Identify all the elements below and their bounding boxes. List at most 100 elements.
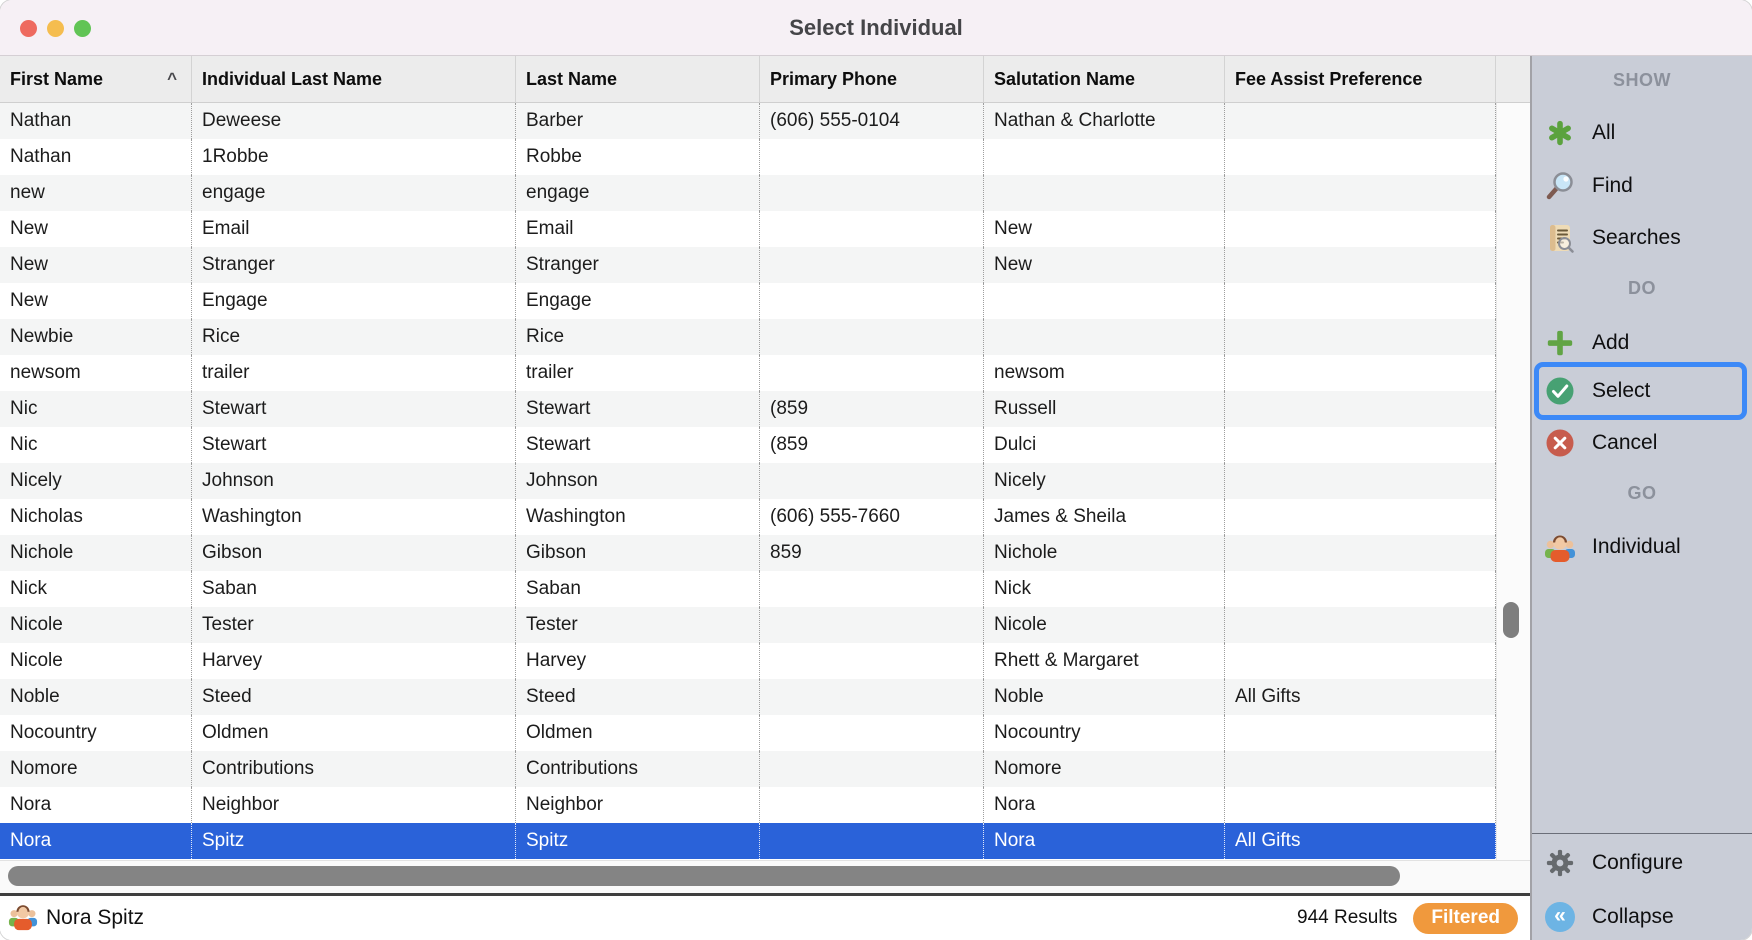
sidebar-item-label: Find xyxy=(1592,174,1633,198)
table-cell: Nic xyxy=(0,427,192,463)
table-row[interactable]: newsomtrailertrailernewsom xyxy=(0,355,1496,391)
table-row[interactable]: NicholeGibsonGibson859Nichole xyxy=(0,535,1496,571)
table-cell: Stranger xyxy=(192,247,516,283)
sidebar-item-individual[interactable]: Individual xyxy=(1532,525,1752,569)
table-row[interactable]: NewEngageEngage xyxy=(0,283,1496,319)
column-header-last-name[interactable]: Last Name xyxy=(516,56,760,102)
table-cell: New xyxy=(984,247,1225,283)
window-title: Select Individual xyxy=(789,15,963,41)
table-cell: New xyxy=(0,211,192,247)
table-cell: Washington xyxy=(192,499,516,535)
sidebar-item-collapse[interactable]: « Collapse xyxy=(1532,895,1752,939)
table-cell xyxy=(1225,283,1496,319)
table-row[interactable]: NocountryOldmenOldmenNocountry xyxy=(0,715,1496,751)
person-icon xyxy=(8,901,38,936)
table-row[interactable]: NoraSpitzSpitzNoraAll Gifts xyxy=(0,823,1496,859)
zoom-button[interactable] xyxy=(74,20,91,37)
table-cell xyxy=(1225,391,1496,427)
sidebar-item-label: All xyxy=(1592,121,1615,145)
table-cell xyxy=(760,751,984,787)
table-row[interactable]: NomoreContributionsContributionsNomore xyxy=(0,751,1496,787)
table-cell xyxy=(760,175,984,211)
table-row[interactable]: NewEmailEmailNew xyxy=(0,211,1496,247)
column-header-first-name[interactable]: First Name ^ xyxy=(0,56,192,102)
sidebar-item-find[interactable]: Find xyxy=(1532,164,1752,208)
table-cell xyxy=(760,247,984,283)
table-cell: Steed xyxy=(516,679,760,715)
table-cell: Harvey xyxy=(192,643,516,679)
column-header-salutation-name[interactable]: Salutation Name xyxy=(984,56,1225,102)
table-cell xyxy=(760,787,984,823)
table-row[interactable]: NewbieRiceRice xyxy=(0,319,1496,355)
sidebar-item-select[interactable]: Select xyxy=(1534,362,1747,420)
table-cell: Nora xyxy=(0,787,192,823)
table-cell: Gibson xyxy=(192,535,516,571)
table-row[interactable]: NicholasWashingtonWashington(606) 555-76… xyxy=(0,499,1496,535)
horizontal-scrollbar-thumb[interactable] xyxy=(8,866,1400,886)
table-row[interactable]: NewStrangerStrangerNew xyxy=(0,247,1496,283)
table-row[interactable]: NicoleHarveyHarveyRhett & Margaret xyxy=(0,643,1496,679)
sidebar-item-label: Configure xyxy=(1592,851,1683,875)
sidebar-footer-divider xyxy=(1532,833,1752,834)
table-cell xyxy=(760,319,984,355)
table-cell xyxy=(760,607,984,643)
action-sidebar: SHOW All xyxy=(1532,56,1752,940)
table-cell: Robbe xyxy=(516,139,760,175)
table-cell: Rhett & Margaret xyxy=(984,643,1225,679)
table-cell: New xyxy=(0,247,192,283)
table-cell xyxy=(1225,571,1496,607)
table-row[interactable]: newengageengage xyxy=(0,175,1496,211)
sidebar-item-add[interactable]: Add xyxy=(1532,321,1752,365)
table-cell xyxy=(760,463,984,499)
table-row[interactable]: NathanDeweeseBarber(606) 555-0104Nathan … xyxy=(0,103,1496,139)
close-button[interactable] xyxy=(20,20,37,37)
table-cell: Tester xyxy=(192,607,516,643)
table-row[interactable]: NicoleTesterTesterNicole xyxy=(0,607,1496,643)
table-cell: Stewart xyxy=(516,427,760,463)
table-cell xyxy=(760,715,984,751)
filtered-badge[interactable]: Filtered xyxy=(1413,903,1518,934)
table-cell: engage xyxy=(192,175,516,211)
table-cell: Tester xyxy=(516,607,760,643)
x-circle-icon xyxy=(1544,427,1576,459)
table-cell: Nathan & Charlotte xyxy=(984,103,1225,139)
sidebar-item-label: Individual xyxy=(1592,535,1681,559)
table-row[interactable]: NobleSteedSteedNobleAll Gifts xyxy=(0,679,1496,715)
sidebar-item-cancel[interactable]: Cancel xyxy=(1532,421,1752,465)
table-cell: engage xyxy=(516,175,760,211)
table-cell: Neighbor xyxy=(192,787,516,823)
results-count: 944 Results xyxy=(1297,907,1397,929)
table-row[interactable]: NicStewartStewart(859Russell xyxy=(0,391,1496,427)
check-circle-icon xyxy=(1544,375,1576,407)
table-cell: Nora xyxy=(0,823,192,859)
sort-ascending-icon[interactable]: ^ xyxy=(167,69,177,89)
column-header-fee-assist-preference[interactable]: Fee Assist Preference xyxy=(1225,56,1496,102)
table-row[interactable]: NickSabanSabanNick xyxy=(0,571,1496,607)
table-cell: Spitz xyxy=(516,823,760,859)
table-cell xyxy=(1225,319,1496,355)
table-row[interactable]: Nathan1RobbeRobbe xyxy=(0,139,1496,175)
table-row[interactable]: NicelyJohnsonJohnsonNicely xyxy=(0,463,1496,499)
sidebar-item-configure[interactable]: Configure xyxy=(1532,841,1752,885)
table-cell: Email xyxy=(192,211,516,247)
vertical-scrollbar-track[interactable] xyxy=(1496,103,1530,860)
section-header-do: DO xyxy=(1532,272,1752,304)
vertical-scrollbar-thumb[interactable] xyxy=(1503,602,1519,638)
select-individual-window: Select Individual First Name ^ Individua… xyxy=(0,0,1752,940)
table-cell: Rice xyxy=(516,319,760,355)
sidebar-item-all[interactable]: All xyxy=(1532,111,1752,155)
column-header-primary-phone[interactable]: Primary Phone xyxy=(760,56,984,102)
table-cell xyxy=(760,571,984,607)
minimize-button[interactable] xyxy=(47,20,64,37)
table-row[interactable]: NicStewartStewart(859Dulci xyxy=(0,427,1496,463)
section-header-show: SHOW xyxy=(1532,64,1752,96)
table-cell: Stranger xyxy=(516,247,760,283)
sidebar-item-searches[interactable]: Searches xyxy=(1532,216,1752,260)
table-cell: Nicole xyxy=(0,607,192,643)
table-cell xyxy=(1225,247,1496,283)
column-header-individual-last-name[interactable]: Individual Last Name xyxy=(192,56,516,102)
table-cell: Engage xyxy=(192,283,516,319)
magnifier-icon xyxy=(1544,170,1576,202)
table-cell: Gibson xyxy=(516,535,760,571)
table-row[interactable]: NoraNeighborNeighborNora xyxy=(0,787,1496,823)
